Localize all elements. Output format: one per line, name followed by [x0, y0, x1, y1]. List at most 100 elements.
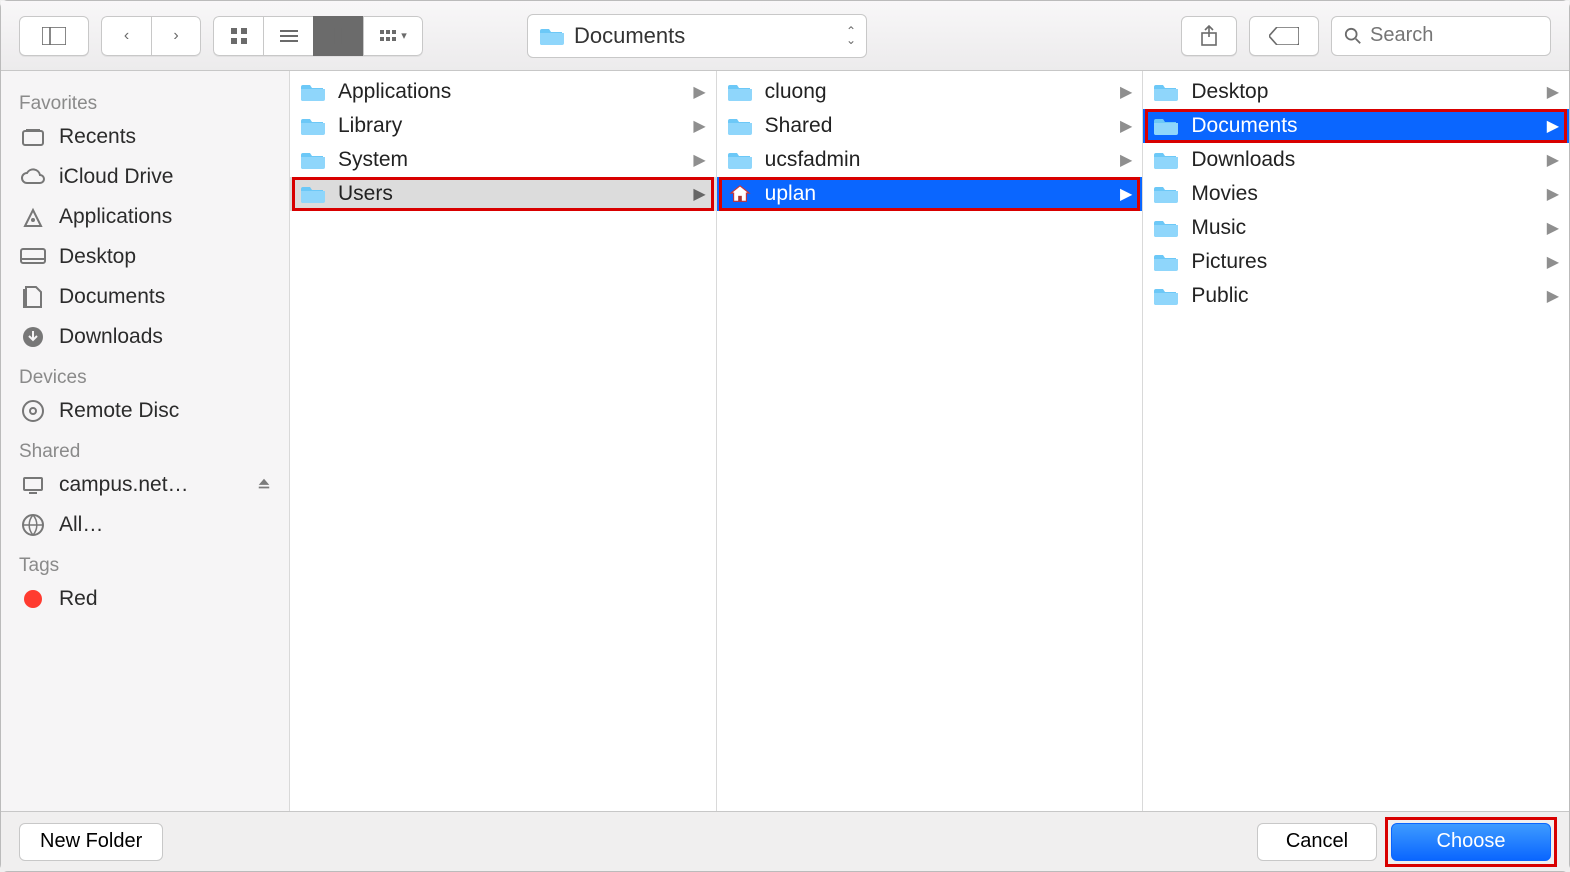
folder-label: Movies — [1191, 182, 1258, 206]
back-button[interactable]: ‹ — [101, 16, 151, 56]
cancel-button[interactable]: Cancel — [1257, 823, 1377, 861]
folder-row-movies[interactable]: Movies ▶ — [1143, 177, 1569, 211]
sidebar-item-label: iCloud Drive — [59, 165, 173, 189]
location-popup-button[interactable]: Documents ⌃⌄ — [527, 14, 867, 58]
chevron-right-icon: › — [173, 27, 178, 45]
sidebar: Favorites Recents iCloud Drive Applications… — [1, 71, 290, 811]
folder-icon — [727, 115, 753, 137]
column-2: Desktop▶Documents▶Downloads▶Movies▶Music… — [1143, 71, 1569, 811]
location-label: Documents — [574, 23, 685, 49]
folder-label: Applications — [338, 80, 451, 104]
column-1: cluong ▶ Shared▶ucsfadmin▶ uplan ▶ — [717, 71, 1144, 811]
folder-label: Downloads — [1191, 148, 1295, 172]
folder-icon — [1153, 251, 1179, 273]
desktop-icon — [19, 243, 47, 271]
sidebar-icon — [42, 27, 66, 45]
folder-row-desktop[interactable]: Desktop ▶ — [1143, 75, 1569, 109]
folder-row-public[interactable]: Public▶ — [1143, 279, 1569, 313]
forward-button[interactable]: › — [151, 16, 201, 56]
sidebar-item-red[interactable]: Red — [1, 579, 289, 619]
folder-row-applications[interactable]: Applications ▶ — [290, 75, 716, 109]
view-columns-button[interactable] — [313, 16, 363, 56]
search-field[interactable] — [1331, 16, 1551, 56]
chevron-right-icon: ▶ — [1120, 82, 1132, 102]
folder-label: Users — [338, 182, 393, 206]
folder-row-pictures[interactable]: Pictures ▶ — [1143, 245, 1569, 279]
sidebar-item-label: All… — [59, 513, 103, 537]
columns-view-icon — [329, 28, 349, 44]
sidebar-item-label: Desktop — [59, 245, 136, 269]
sidebar-item-documents[interactable]: Documents — [1, 277, 289, 317]
chevron-right-icon: ▶ — [1547, 286, 1559, 306]
sidebar-toggle-button[interactable] — [19, 16, 89, 56]
chevron-right-icon: ▶ — [1547, 116, 1559, 136]
sidebar-item-remote-disc[interactable]: Remote Disc — [1, 391, 289, 431]
folder-label: Music — [1191, 216, 1246, 240]
columns-browser: Applications▶Library▶System▶Users▶cluong… — [290, 71, 1569, 811]
folder-label: System — [338, 148, 408, 172]
sidebar-item-applications[interactable]: Applications — [1, 197, 289, 237]
sidebar-item-label: Red — [59, 587, 98, 611]
folder-row-uplan[interactable]: uplan ▶ — [717, 177, 1143, 211]
chevron-right-icon: ▶ — [693, 82, 705, 102]
folder-label: Pictures — [1191, 250, 1267, 274]
sidebar-section-title: Favorites — [1, 83, 289, 117]
downloads-icon — [19, 323, 47, 351]
folder-row-ucsfadmin[interactable]: ucsfadmin▶ — [717, 143, 1143, 177]
sidebar-section-title: Devices — [1, 357, 289, 391]
eject-icon[interactable] — [257, 473, 271, 497]
tag-icon — [1269, 27, 1299, 45]
folder-icon — [300, 115, 326, 137]
chevron-right-icon: ▶ — [1547, 184, 1559, 204]
column-0: Applications ▶ Library▶System▶ Users ▶ — [290, 71, 717, 811]
tag-dot — [19, 585, 47, 613]
sidebar-item-campus-net-[interactable]: campus.net… — [1, 465, 289, 505]
tags-button[interactable] — [1249, 16, 1319, 56]
folder-label: cluong — [765, 80, 827, 104]
folder-row-users[interactable]: Users ▶ — [290, 177, 716, 211]
chevron-right-icon: ▶ — [693, 184, 705, 204]
share-button[interactable] — [1181, 16, 1237, 56]
applications-icon — [19, 203, 47, 231]
sidebar-item-all-[interactable]: All… — [1, 505, 289, 545]
view-list-button[interactable] — [263, 16, 313, 56]
folder-icon — [727, 149, 753, 171]
folder-row-music[interactable]: Music▶ — [1143, 211, 1569, 245]
folder-row-downloads[interactable]: Downloads ▶ — [1143, 143, 1569, 177]
chevron-right-icon: ▶ — [1120, 184, 1132, 204]
view-gallery-button[interactable]: ▾ — [363, 16, 423, 56]
folder-row-cluong[interactable]: cluong ▶ — [717, 75, 1143, 109]
folder-icon — [1153, 149, 1179, 171]
recents-icon — [19, 123, 47, 151]
search-input[interactable] — [1370, 24, 1570, 47]
chevron-right-icon: ▶ — [1547, 150, 1559, 170]
sidebar-item-label: Recents — [59, 125, 136, 149]
sidebar-section-title: Tags — [1, 545, 289, 579]
network-icon — [19, 511, 47, 539]
sidebar-item-downloads[interactable]: Downloads — [1, 317, 289, 357]
chevron-right-icon: ▶ — [1547, 252, 1559, 272]
folder-row-library[interactable]: Library▶ — [290, 109, 716, 143]
chevron-right-icon: ▶ — [1120, 150, 1132, 170]
sidebar-item-label: Downloads — [59, 325, 163, 349]
choose-button[interactable]: Choose — [1391, 823, 1551, 861]
sidebar-item-label: Remote Disc — [59, 399, 179, 423]
folder-row-documents[interactable]: Documents▶ — [1143, 109, 1569, 143]
sidebar-item-recents[interactable]: Recents — [1, 117, 289, 157]
sidebar-item-icloud-drive[interactable]: iCloud Drive — [1, 157, 289, 197]
chevron-right-icon: ▶ — [1547, 82, 1559, 102]
chevron-left-icon: ‹ — [124, 27, 129, 45]
new-folder-button[interactable]: New Folder — [19, 823, 163, 861]
folder-label: uplan — [765, 182, 816, 206]
home-icon — [727, 183, 753, 205]
folder-row-shared[interactable]: Shared▶ — [717, 109, 1143, 143]
gallery-view-icon — [379, 29, 397, 43]
sidebar-item-desktop[interactable]: Desktop — [1, 237, 289, 277]
folder-row-system[interactable]: System▶ — [290, 143, 716, 177]
view-icons-button[interactable] — [213, 16, 263, 56]
sidebar-item-label: Documents — [59, 285, 165, 309]
folder-icon — [1153, 115, 1179, 137]
search-icon — [1344, 27, 1362, 45]
sidebar-item-label: campus.net… — [59, 473, 189, 497]
folder-label: Desktop — [1191, 80, 1268, 104]
